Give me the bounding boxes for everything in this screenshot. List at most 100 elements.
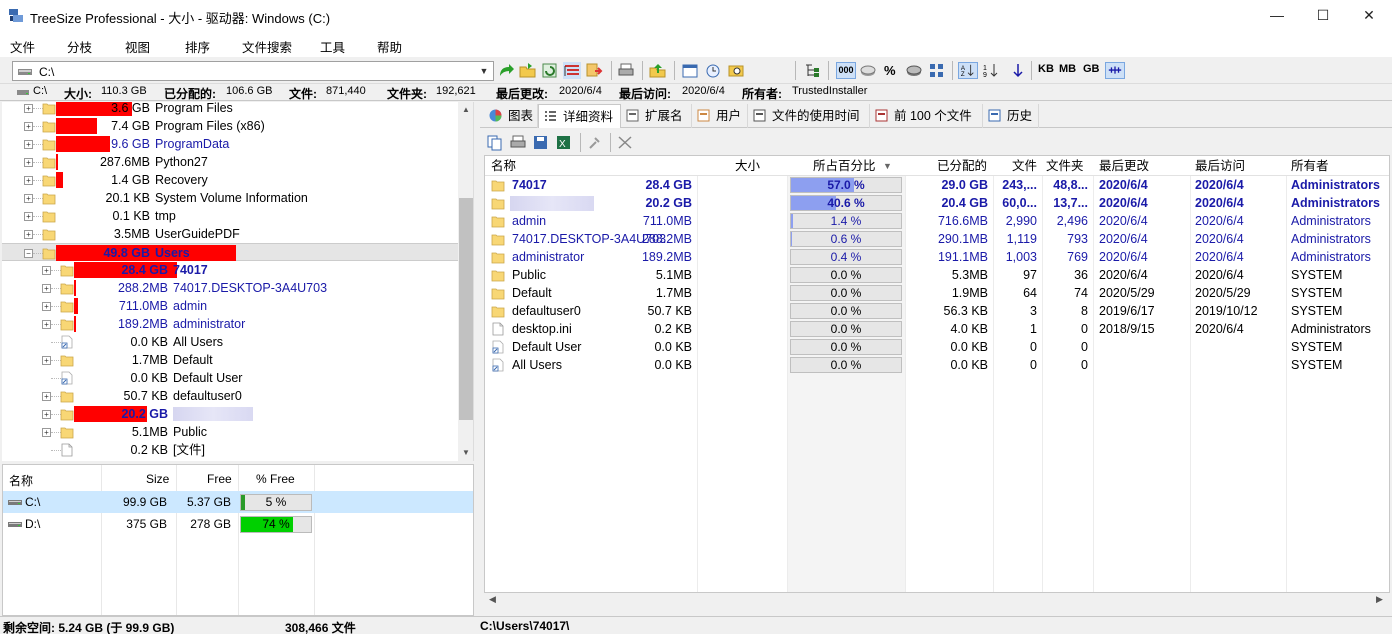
tree-node[interactable]: +7.4 GB Program Files (x86) <box>2 117 458 135</box>
expand-icon[interactable]: + <box>42 410 51 419</box>
disk-usage-icon[interactable] <box>859 62 877 79</box>
tree-node[interactable]: +711.0MB admin <box>2 297 458 315</box>
folder-tree[interactable]: +3.6 GB Program Files +7.4 GB Program Files… <box>2 102 474 461</box>
table-row[interactable]: 74017 28.4 GB 57.0 % 29.0 GB 243,... 48,8... 2… <box>485 176 1389 194</box>
percent-toggle[interactable]: % <box>884 63 896 78</box>
tree-node[interactable]: +0.1 KB tmp <box>2 207 458 225</box>
expand-icon[interactable]: + <box>42 392 51 401</box>
scheduler-icon[interactable] <box>704 62 722 79</box>
calendar-icon[interactable] <box>681 62 699 79</box>
expand-icon[interactable]: + <box>42 284 51 293</box>
delete-icon[interactable] <box>616 134 634 151</box>
menu-sort[interactable]: 排序 <box>185 37 210 56</box>
scroll-up-icon[interactable]: ▲ <box>458 102 473 118</box>
expand-icon[interactable]: + <box>42 356 51 365</box>
grid-view-icon[interactable] <box>928 62 946 79</box>
table-row[interactable]: desktop.ini 0.2 KB 0.0 % 4.0 KB 1 0 2018/9/15 2… <box>485 320 1389 338</box>
tree-node[interactable]: − 49.8 GB Users <box>2 243 458 261</box>
grid-header-folders[interactable]: 文件夹 <box>1046 156 1084 176</box>
tab-top-files[interactable]: 前 100 个文件 <box>870 104 983 128</box>
tree-node[interactable]: +287.6MB Python27 <box>2 153 458 171</box>
drive-row[interactable]: C:\ 99.9 GB 5.37 GB 5 % <box>3 491 473 513</box>
sort-az-icon[interactable]: AZ <box>958 62 978 79</box>
unit-mb-button[interactable]: MB <box>1059 63 1076 75</box>
grid-header-size[interactable]: 大小 <box>735 156 760 176</box>
tree-node[interactable]: +189.2MB administrator <box>2 315 458 333</box>
drives-header-size[interactable]: Size <box>146 472 169 486</box>
tree-node[interactable]: +9.6 GB ProgramData <box>2 135 458 153</box>
expand-icon[interactable]: + <box>42 428 51 437</box>
table-row[interactable]: Default 1.7MB 0.0 % 1.9MB 64 74 2020/5/29 2020/… <box>485 284 1389 302</box>
tree-node[interactable]: +1.4 GB Recovery <box>2 171 458 189</box>
expand-icon[interactable]: + <box>24 194 33 203</box>
grid-header-files[interactable]: 文件 <box>1012 156 1037 176</box>
table-row[interactable]: 74017.DESKTOP-3A4U703 288.2MB 0.6 % 290.1MB… <box>485 230 1389 248</box>
grid-header-name[interactable]: 名称 <box>491 156 516 176</box>
excel-export-icon[interactable]: X <box>555 134 573 151</box>
tree-scrollbar[interactable]: ▲ ▼ <box>458 102 473 461</box>
chevron-down-icon[interactable]: ▼ <box>477 63 491 79</box>
print-icon[interactable] <box>509 134 527 151</box>
scroll-right-icon[interactable]: ▶ <box>1376 594 1383 605</box>
grid-header-last-change[interactable]: 最后更改 <box>1099 156 1149 176</box>
expand-icon[interactable]: + <box>24 212 33 221</box>
minimize-button[interactable]: — <box>1254 0 1300 31</box>
grid-header-last-access[interactable]: 最后访问 <box>1195 156 1245 176</box>
auto-unit-icon[interactable] <box>1105 62 1125 79</box>
properties-icon[interactable] <box>586 134 604 151</box>
sort-numeric-icon[interactable]: 19 <box>982 62 1000 79</box>
save-icon[interactable] <box>532 134 550 151</box>
drives-header-free[interactable]: Free <box>207 472 232 486</box>
tree-node[interactable]: +20.1 KB System Volume Information <box>2 189 458 207</box>
table-row[interactable]: administrator 189.2MB 0.4 % 191.1MB 1,003 769… <box>485 248 1389 266</box>
tab-file-age[interactable]: 文件的使用时间 <box>748 104 870 128</box>
table-row[interactable]: defaultuser0 50.7 KB 0.0 % 56.3 KB 3 8 2019/6/… <box>485 302 1389 320</box>
search-files-icon[interactable] <box>727 62 745 79</box>
tree-node[interactable]: 0.0 KB Default User <box>2 369 458 387</box>
expand-icon[interactable]: + <box>24 176 33 185</box>
tree-node[interactable]: +20.2 GB <box>2 405 458 423</box>
open-folder-icon[interactable] <box>519 62 537 79</box>
refresh-icon[interactable] <box>541 62 559 79</box>
scroll-thumb[interactable] <box>459 198 473 420</box>
menu-tools[interactable]: 工具 <box>320 37 345 56</box>
unit-kb-button[interactable]: KB <box>1038 63 1054 75</box>
tree-node[interactable]: +50.7 KB defaultuser0 <box>2 387 458 405</box>
tree-node[interactable]: +3.6 GB Program Files <box>2 102 458 117</box>
table-row[interactable]: All Users 0.0 KB 0.0 % 0.0 KB 0 0 SYSTEM <box>485 356 1389 374</box>
menu-file[interactable]: 文件 <box>10 37 35 56</box>
expand-icon[interactable]: + <box>42 320 51 329</box>
grid-header-allocated[interactable]: 已分配的 <box>937 156 987 176</box>
details-grid[interactable]: 名称 大小 所占百分比 ▼ 已分配的 文件 文件夹 最后更改 最后访问 所有者 … <box>484 155 1390 593</box>
expand-tree-icon[interactable] <box>803 62 821 79</box>
expand-icon[interactable]: + <box>24 140 33 149</box>
print-icon[interactable] <box>617 62 635 79</box>
export-icon[interactable] <box>585 62 603 79</box>
scroll-down-icon[interactable]: ▼ <box>458 445 473 461</box>
table-row[interactable]: Default User 0.0 KB 0.0 % 0.0 KB 0 0 SYSTEM <box>485 338 1389 356</box>
menu-view[interactable]: 视图 <box>125 37 150 56</box>
table-row[interactable]: Public 5.1MB 0.0 % 5.3MB 97 36 2020/6/4 2020/6/… <box>485 266 1389 284</box>
unit-gb-button[interactable]: GB <box>1083 63 1100 75</box>
horizontal-scrollbar[interactable]: ◀ ▶ <box>485 593 1390 610</box>
menu-help[interactable]: 帮助 <box>377 37 402 56</box>
expand-icon[interactable]: + <box>42 302 51 311</box>
collapse-icon[interactable]: − <box>24 249 33 258</box>
tree-node[interactable]: 0.0 KB All Users <box>2 333 458 351</box>
expand-icon[interactable]: + <box>24 230 33 239</box>
tree-node[interactable]: +5.1MB Public <box>2 423 458 441</box>
tab-extension[interactable]: 扩展名 <box>621 104 692 128</box>
copy-icon[interactable] <box>486 134 504 151</box>
table-row[interactable]: 20.2 GB 40.6 % 20.4 GB 60,0... 13,7... 2020/6… <box>485 194 1389 212</box>
expand-icon[interactable]: + <box>24 158 33 167</box>
menu-branch[interactable]: 分枝 <box>67 37 92 56</box>
maximize-button[interactable]: ☐ <box>1300 0 1346 31</box>
grid-header-percent[interactable]: 所占百分比 <box>813 156 876 176</box>
expand-icon[interactable]: + <box>24 104 33 113</box>
tree-node[interactable]: +28.4 GB 74017 <box>2 261 458 279</box>
tree-node[interactable]: +3.5MB UserGuidePDF <box>2 225 458 243</box>
sort-descending-icon[interactable] <box>1009 62 1027 79</box>
path-combobox[interactable]: C:\ ▼ <box>12 61 494 81</box>
scroll-left-icon[interactable]: ◀ <box>489 594 496 605</box>
table-row[interactable]: admin 711.0MB 1.4 % 716.6MB 2,990 2,496 2020/6… <box>485 212 1389 230</box>
